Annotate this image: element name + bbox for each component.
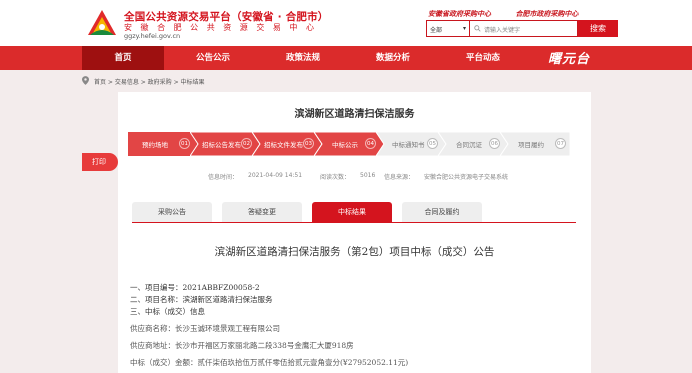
step-number: 03 — [303, 138, 314, 149]
doc-supplier-name: 供应商名称：长沙玉诚环境景观工程有限公司 — [130, 324, 280, 333]
meta-time-label: 信息时间： — [208, 174, 239, 181]
progress-steps: 预约场地 01 招标公告发布 02 招标文件发布 03 中标公示 04 中标通知… — [128, 132, 580, 156]
project-title: 滨湖新区道路清扫保洁服务 — [294, 109, 415, 120]
step-label: 项目履约 — [518, 141, 544, 149]
search-category-value: 全部 — [430, 27, 443, 34]
tab-qa-changes[interactable]: 答疑变更 — [222, 202, 302, 222]
search-button[interactable]: 搜索 — [578, 20, 618, 37]
step-number: 06 — [489, 138, 500, 149]
header-slogans: 安徽省政府采购中心 合肥市政府采购中心 — [428, 9, 618, 19]
search-icon — [474, 25, 481, 32]
step-reserve-venue[interactable]: 预约场地 01 — [128, 132, 198, 156]
step-contract[interactable]: 合同沉证 06 — [438, 132, 508, 156]
doc-supplier-address: 供应商地址：长沙市开福区万家丽北路二段338号金鹰汇大厦918房 — [130, 341, 354, 350]
chevron-down-icon: ▾ — [462, 25, 466, 32]
step-performance[interactable]: 项目履约 07 — [500, 132, 570, 156]
doc-project-number: 一、项目编号：2021ABBFZ00058-2 — [130, 283, 260, 292]
step-label: 合同沉证 — [456, 141, 482, 149]
step-number: 01 — [179, 138, 190, 149]
meta-time-value: 2021-04-09 14:51 — [248, 172, 303, 179]
location-pin-icon — [82, 76, 89, 85]
step-number: 07 — [555, 138, 566, 149]
nav-item-platform-news[interactable]: 平台动态 — [442, 46, 524, 70]
search-placeholder: 请输入关键字 — [484, 27, 521, 34]
content-card: 滨湖新区道路清扫保洁服务 预约场地 01 招标公告发布 02 招标文件发布 03… — [118, 92, 591, 373]
print-button[interactable]: 打印 — [82, 153, 118, 171]
meta-views-label: 阅读次数： — [320, 174, 351, 181]
meta-views-value: 5016 — [360, 172, 376, 179]
step-number: 05 — [427, 138, 438, 149]
slogan-provincial[interactable]: 安徽省政府采购中心 — [428, 10, 491, 18]
tab-award-result[interactable]: 中标结果 — [312, 202, 392, 222]
site-logo-icon[interactable] — [86, 8, 118, 38]
info-meta: 信息时间： 2021-04-09 14:51 阅读次数： 5016 信息来源： … — [128, 172, 580, 182]
search-category-select[interactable]: 全部 ▾ — [426, 20, 470, 37]
nav-item-announcements[interactable]: 公告公示 — [172, 46, 254, 70]
slogan-municipal[interactable]: 合肥市政府采购中心 — [515, 10, 578, 18]
tab-divider — [132, 222, 576, 223]
doc-award-heading: 三、中标（成交）信息 — [130, 307, 205, 316]
step-tender-notice[interactable]: 招标公告发布 02 — [190, 132, 260, 156]
tab-contract-performance[interactable]: 合同及履约 — [402, 202, 482, 222]
doc-award-amount: 中标（成交）金额：贰仟柒佰玖拾伍万贰仟零伍拾贰元壹角壹分(¥27952052.1… — [130, 358, 409, 367]
nav-item-data-analysis[interactable]: 数据分析 — [352, 46, 434, 70]
result-tabs: 采购公告 答疑变更 中标结果 合同及履约 — [132, 202, 576, 222]
step-award-letter[interactable]: 中标通知书 05 — [376, 132, 446, 156]
step-tender-docs[interactable]: 招标文件发布 03 — [252, 132, 322, 156]
step-number: 04 — [365, 138, 376, 149]
doc-project-name: 二、项目名称：滨湖新区道路清扫保洁服务 — [130, 295, 273, 304]
nav-item-policies[interactable]: 政策法规 — [262, 46, 344, 70]
breadcrumb-text[interactable]: 首页 > 交易信息 > 政府采购 > 中标结果 — [94, 77, 205, 86]
step-label: 中标公示 — [332, 141, 358, 149]
meta-source-value: 安徽合肥公共资源电子交易系统 — [424, 174, 509, 181]
search-bar: 全部 ▾ 请输入关键字 搜索 — [426, 20, 618, 37]
step-label: 招标公告发布 — [202, 141, 241, 149]
step-label: 预约场地 — [142, 141, 168, 149]
document-title: 滨湖新区道路清扫保洁服务（第2包）项目中标（成交）公告 — [214, 246, 495, 258]
step-label: 招标文件发布 — [264, 141, 303, 149]
step-award-notice[interactable]: 中标公示 04 — [314, 132, 384, 156]
tab-procurement-notice[interactable]: 采购公告 — [132, 202, 212, 222]
site-url: ggzy.hefei.gov.cn — [124, 32, 181, 40]
nav-brand-logo[interactable]: 曙元台 — [548, 48, 590, 67]
nav-item-home[interactable]: 首页 — [82, 46, 164, 70]
site-header: 全国公共资源交易平台（安徽省 · 合肥市） 安 徽 合 肥 公 共 资 源 交 … — [0, 0, 692, 46]
meta-source-label: 信息来源： — [384, 174, 415, 181]
step-label: 中标通知书 — [392, 141, 425, 149]
step-number: 02 — [241, 138, 252, 149]
